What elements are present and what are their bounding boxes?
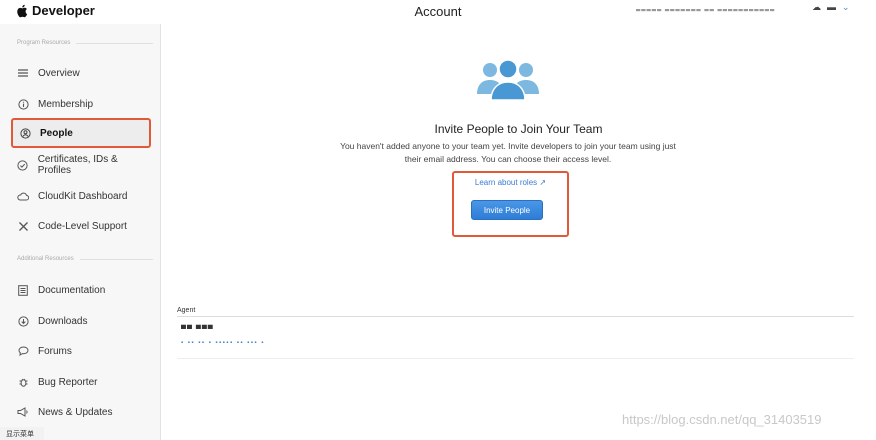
tools-icon (17, 220, 29, 232)
section-label-additional: Additional Resources (17, 256, 153, 262)
list-icon (17, 67, 29, 79)
sidebar-item-label: Membership (38, 98, 94, 110)
sidebar-item-label: News & Updates (38, 406, 113, 418)
sidebar-item-code-level-support[interactable]: Code-Level Support (11, 211, 151, 241)
agent-column-header: Agent (177, 307, 196, 314)
sidebar-item-cloudkit[interactable]: CloudKit Dashboard (11, 181, 151, 211)
agent-row-divider (177, 358, 854, 359)
account-info: ▀▀▀▀▀ ▀▀▀▀▀▀▀ ▀▀ ▀▀▀▀▀▀▀▀▀▀▀ (636, 9, 776, 15)
learn-about-roles-link[interactable]: Learn about roles ↗ (452, 178, 569, 187)
sidebar-item-label: People (40, 127, 73, 139)
cloud-icon (17, 190, 29, 202)
sidebar: Program Resources Overview Membership Pe… (0, 24, 161, 440)
info-icon (17, 98, 29, 110)
sidebar-item-forums[interactable]: Forums (11, 336, 151, 366)
sidebar-item-certificates[interactable]: Certificates, IDs & Profiles (11, 150, 151, 180)
document-icon (17, 284, 29, 296)
show-menu-button[interactable]: 显示菜单 (0, 427, 44, 440)
sidebar-item-label: Bug Reporter (38, 376, 98, 388)
sidebar-item-label: Certificates, IDs & Profiles (37, 154, 118, 176)
people-icon (19, 127, 31, 139)
section-label-program: Program Resources (17, 40, 153, 46)
sidebar-item-label: CloudKit Dashboard (38, 190, 128, 202)
sidebar-item-bug-reporter[interactable]: Bug Reporter (11, 367, 151, 397)
download-icon (17, 315, 29, 327)
invite-heading: Invite People to Join Your Team (434, 122, 603, 136)
sidebar-item-people[interactable]: People (11, 118, 151, 148)
bug-icon (17, 376, 29, 388)
account-icon[interactable]: ☁ (812, 2, 821, 13)
sidebar-item-label: Code-Level Support (38, 220, 127, 232)
agent-email-link[interactable]: ▪ ▪▪ ▪▪ ▪ ▪▪▪▪▪ ▪▪ ▪▪▪ ▪ (181, 340, 265, 346)
chevron-down-icon[interactable]: ⌄ (842, 2, 850, 13)
sidebar-item-downloads[interactable]: Downloads (11, 306, 151, 336)
team-people-icon (477, 59, 539, 100)
sidebar-item-label: Overview (38, 67, 80, 79)
check-circle-icon (17, 159, 29, 171)
sidebar-item-label: Downloads (38, 315, 88, 327)
invite-people-button[interactable]: Invite People (471, 200, 543, 220)
chat-bubble-icon (17, 345, 29, 357)
sidebar-item-label: Forums (38, 345, 72, 357)
user-controls[interactable]: ☁ ▬ ⌄ (812, 2, 850, 13)
sidebar-item-membership[interactable]: Membership (11, 89, 151, 119)
sidebar-item-label: Documentation (38, 284, 106, 296)
agent-divider (177, 316, 854, 317)
sidebar-item-news-updates[interactable]: News & Updates (11, 397, 151, 427)
sidebar-item-documentation[interactable]: Documentation (11, 275, 151, 305)
menu-icon[interactable]: ▬ (827, 2, 836, 13)
invite-description: You haven't added anyone to your team ye… (340, 141, 676, 164)
watermark: https://blog.csdn.net/qq_31403519 (622, 412, 822, 427)
agent-name: ▀▀ ▀▀▀ (181, 326, 214, 333)
top-bar: Developer Account ▀▀▀▀▀ ▀▀▀▀▀▀▀ ▀▀ ▀▀▀▀▀… (0, 0, 876, 24)
megaphone-icon (17, 406, 29, 418)
sidebar-item-overview[interactable]: Overview (11, 58, 151, 88)
